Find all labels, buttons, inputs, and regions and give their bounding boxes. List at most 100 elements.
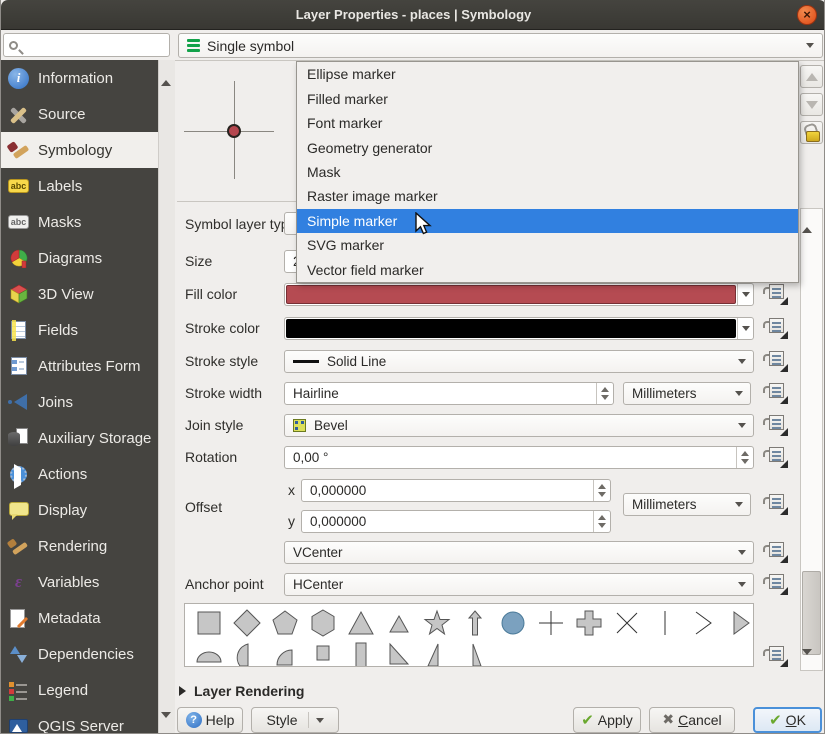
close-icon[interactable]: × [797, 5, 817, 25]
shape-half-square[interactable] [342, 639, 380, 667]
sidebar-item-information[interactable]: i Information [1, 60, 158, 96]
shape-star[interactable] [418, 607, 456, 639]
apply-button[interactable]: ✔ Apply [573, 707, 641, 733]
fill-color-menu-button[interactable] [737, 284, 753, 305]
stroke-width-input[interactable]: Hairline [284, 382, 614, 405]
rotation-spinner[interactable] [736, 447, 753, 468]
offset-y-spinner[interactable] [593, 511, 610, 532]
shape-third-circle[interactable] [228, 639, 266, 667]
scroll-up-icon[interactable] [802, 210, 821, 224]
shape-cross-fill[interactable] [570, 607, 608, 639]
data-defined-override-icon[interactable] [763, 284, 789, 305]
stroke-style-select[interactable]: Solid Line [284, 350, 754, 373]
sidebar-item-label: Information [38, 70, 113, 87]
shape-square[interactable] [190, 607, 228, 639]
sidebar-scrollbar[interactable] [158, 60, 175, 734]
shape-left-half-triangle[interactable] [456, 639, 494, 667]
shape-semi-circle[interactable] [190, 639, 228, 667]
rotation-input[interactable]: 0,00 ° [284, 446, 754, 469]
data-defined-override-icon[interactable] [763, 494, 789, 515]
data-defined-override-icon[interactable] [763, 318, 789, 339]
sidebar-item-fields[interactable]: Fields [1, 312, 158, 348]
sidebar-item-metadata[interactable]: Metadata [1, 600, 158, 636]
move-layer-down-button[interactable] [800, 93, 823, 116]
dropdown-option-vector-field-marker[interactable]: Vector field marker [297, 258, 798, 282]
search-input[interactable] [3, 33, 170, 57]
stroke-color-button[interactable] [284, 317, 754, 340]
dropdown-option-raster-image-marker[interactable]: Raster image marker [297, 184, 798, 208]
offset-y-input[interactable]: 0,000000 [301, 510, 611, 533]
sidebar-item-rendering[interactable]: Rendering [1, 528, 158, 564]
data-defined-override-icon[interactable] [763, 383, 789, 404]
scroll-up-icon[interactable] [161, 63, 174, 76]
sidebar-item-auxiliary-storage[interactable]: Auxiliary Storage [1, 420, 158, 456]
stroke-color-label: Stroke color [185, 320, 260, 336]
shape-arrow[interactable] [456, 607, 494, 639]
data-defined-override-icon[interactable] [763, 646, 789, 667]
sidebar-item-source[interactable]: Source [1, 96, 158, 132]
dropdown-option-font-marker[interactable]: Font marker [297, 111, 798, 135]
sidebar-item-actions[interactable]: Actions [1, 456, 158, 492]
shape-arrowhead[interactable] [684, 607, 722, 639]
data-defined-override-icon[interactable] [763, 574, 789, 595]
shape-cross[interactable] [532, 607, 570, 639]
style-button[interactable]: Style [251, 707, 339, 733]
move-layer-up-button[interactable] [800, 65, 823, 88]
stroke-color-menu-button[interactable] [737, 318, 753, 339]
fill-color-button[interactable] [284, 283, 754, 306]
scroll-down-icon[interactable] [161, 718, 174, 731]
sidebar-item-variables[interactable]: ε Variables [1, 564, 158, 600]
shape-quarter-square[interactable] [304, 639, 342, 667]
shape-cross2[interactable] [608, 607, 646, 639]
dropdown-option-mask[interactable]: Mask [297, 160, 798, 184]
join-style-select[interactable]: Bevel [284, 414, 754, 437]
dropdown-option-filled-marker[interactable]: Filled marker [297, 86, 798, 110]
help-button[interactable]: ? Help [177, 707, 243, 733]
shape-hexagon[interactable] [304, 607, 342, 639]
sidebar-item-legend[interactable]: Legend [1, 672, 158, 708]
sidebar-item-masks[interactable]: abc Masks [1, 204, 158, 240]
dropdown-option-simple-marker[interactable]: Simple marker [297, 209, 798, 233]
sidebar-item-labels[interactable]: abc Labels [1, 168, 158, 204]
shape-right-half-triangle[interactable] [418, 639, 456, 667]
dropdown-option-ellipse-marker[interactable]: Ellipse marker [297, 62, 798, 86]
shape-line[interactable] [646, 607, 684, 639]
main-scrollbar[interactable] [800, 208, 823, 671]
stroke-width-unit-select[interactable]: Millimeters [623, 382, 751, 405]
renderer-select[interactable]: Single symbol [178, 33, 823, 58]
sidebar-item-3d-view[interactable]: 3D View [1, 276, 158, 312]
data-defined-override-icon[interactable] [763, 415, 789, 436]
sidebar-item-dependencies[interactable]: Dependencies [1, 636, 158, 672]
data-defined-override-icon[interactable] [763, 447, 789, 468]
offset-x-input[interactable]: 0,000000 [301, 479, 611, 502]
sidebar-item-qgis-server[interactable]: QGIS Server [1, 708, 158, 734]
data-defined-override-icon[interactable] [763, 351, 789, 372]
shape-quarter-circle[interactable] [266, 639, 304, 667]
shape-triangle[interactable] [342, 607, 380, 639]
ok-button[interactable]: ✔ OK [753, 707, 822, 733]
sidebar-item-symbology[interactable]: Symbology [1, 132, 158, 168]
data-defined-override-icon[interactable] [763, 542, 789, 563]
shape-filled-arrowhead[interactable] [722, 607, 754, 639]
offset-x-spinner[interactable] [593, 480, 610, 501]
sidebar-item-diagrams[interactable]: Diagrams [1, 240, 158, 276]
scroll-down-icon[interactable] [802, 655, 821, 669]
dropdown-option-svg-marker[interactable]: SVG marker [297, 233, 798, 257]
anchor-horizontal-select[interactable]: HCenter [284, 573, 754, 596]
scrollbar-thumb[interactable] [802, 571, 821, 655]
shape-pentagon[interactable] [266, 607, 304, 639]
sidebar-item-attributes-form[interactable]: Attributes Form [1, 348, 158, 384]
shape-equilateral-triangle[interactable] [380, 607, 418, 639]
shape-diamond[interactable] [228, 607, 266, 639]
dropdown-option-geometry-generator[interactable]: Geometry generator [297, 135, 798, 159]
sidebar-item-display[interactable]: Display [1, 492, 158, 528]
anchor-vertical-select[interactable]: VCenter [284, 541, 754, 564]
shape-circle-selected[interactable] [494, 607, 532, 639]
stroke-width-spinner[interactable] [596, 383, 613, 404]
offset-unit-select[interactable]: Millimeters [623, 493, 751, 516]
shape-diagonal-half-square[interactable] [380, 639, 418, 667]
sidebar-item-joins[interactable]: Joins [1, 384, 158, 420]
layer-rendering-expander[interactable]: Layer Rendering [179, 683, 304, 699]
lock-colors-button[interactable] [800, 121, 823, 144]
cancel-button[interactable]: ✖ Cancel [649, 707, 735, 733]
